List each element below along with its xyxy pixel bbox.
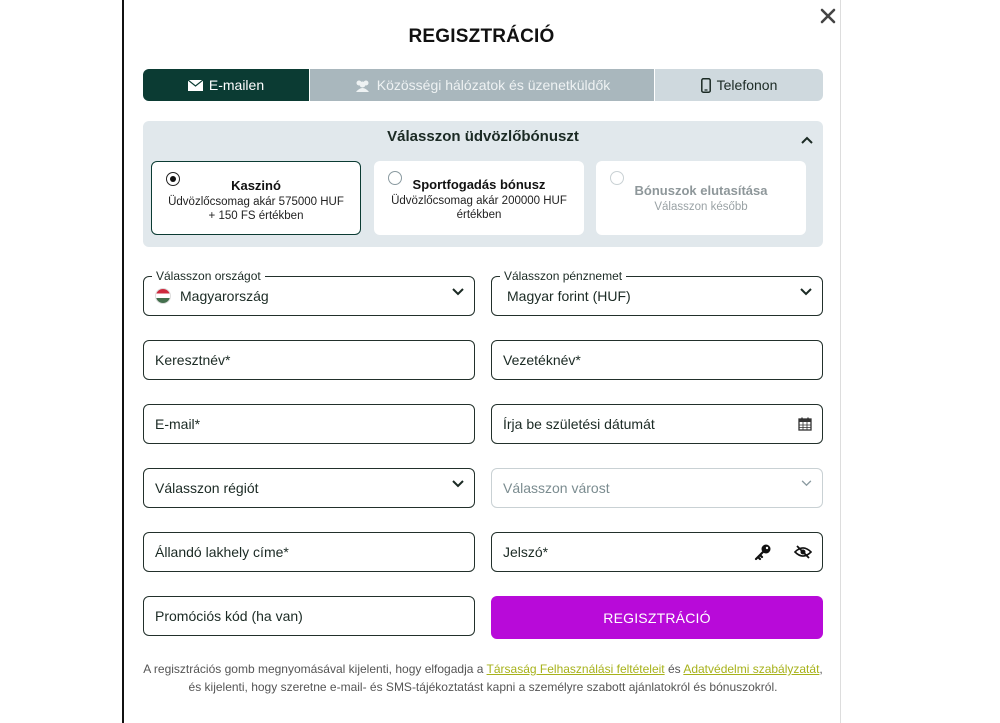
bonus-card-decline[interactable]: Bónuszok elutasítása Válasszon később xyxy=(596,161,806,235)
tab-email-label: E-mailen xyxy=(208,77,265,93)
legal-text: A regisztrációs gomb megnyomásával kijel… xyxy=(143,660,823,696)
password-field[interactable]: Jelszó* xyxy=(491,532,823,572)
first-name-field[interactable]: Keresztnév* xyxy=(143,340,475,380)
tab-phone-label: Telefonon xyxy=(716,77,778,93)
bonus-selector: Válasszon üdvözlőbónuszt Kaszinó Üdvözlő… xyxy=(143,121,823,247)
bonus-card-casino[interactable]: Kaszinó Üdvözlőcsomag akár 575000 HUF + … xyxy=(151,161,361,235)
tab-email[interactable]: E-mailen xyxy=(143,69,309,101)
currency-value: Magyar forint (HUF) xyxy=(507,288,631,304)
phone-icon xyxy=(700,77,711,93)
close-button[interactable] xyxy=(816,4,840,28)
legal-part1: A regisztrációs gomb megnyomásával kijel… xyxy=(143,662,487,676)
country-select[interactable]: Válasszon országot Magyarország xyxy=(143,269,475,316)
radio-sports[interactable] xyxy=(388,171,402,185)
users-icon xyxy=(355,80,369,92)
register-button[interactable]: REGISZTRÁCIÓ xyxy=(491,596,823,639)
address-field[interactable]: Állandó lakhely címe* xyxy=(143,532,475,572)
bonus-card-desc: Üdvözlőcsomag akár 200000 HUF értékben xyxy=(391,195,567,221)
first-name-placeholder: Keresztnév* xyxy=(155,352,231,368)
country-legend: Válasszon országot xyxy=(152,269,265,283)
chevron-up-icon xyxy=(801,136,813,144)
key-icon[interactable] xyxy=(754,543,772,561)
chevron-down-icon xyxy=(801,480,812,487)
envelope-icon xyxy=(187,79,203,91)
email-field[interactable]: E-mail* xyxy=(143,404,475,444)
tab-social[interactable]: Közösségi hálózatok és üzenetküldők xyxy=(309,69,655,101)
bonus-title: Válasszon üdvözlőbónuszt xyxy=(387,128,579,145)
currency-legend: Válasszon pénznemet xyxy=(500,269,627,283)
radio-decline[interactable] xyxy=(610,171,624,185)
eye-off-icon[interactable] xyxy=(794,544,812,560)
country-value: Magyarország xyxy=(180,288,269,304)
last-name-field[interactable]: Vezetéknév* xyxy=(491,340,823,380)
terms-link[interactable]: Társaság Felhasználási feltételeit xyxy=(487,662,665,676)
currency-select[interactable]: Válasszon pénznemet Magyar forint (HUF) xyxy=(491,269,823,316)
hungary-flag-icon xyxy=(155,288,171,304)
promo-code-field[interactable]: Promóciós kód (ha van) xyxy=(143,596,475,636)
chevron-down-icon xyxy=(452,480,464,488)
privacy-link[interactable]: Adatvédelmi szabályzatát xyxy=(683,662,819,676)
modal-title: REGISZTRÁCIÓ xyxy=(408,26,555,47)
last-name-placeholder: Vezetéknév* xyxy=(503,352,581,368)
registration-method-tabs: E-mailen Közösségi hálózatok és üzenetkü… xyxy=(143,69,823,101)
calendar-icon[interactable] xyxy=(798,417,812,431)
chevron-down-icon xyxy=(800,288,812,296)
close-icon xyxy=(820,8,836,24)
radio-casino[interactable] xyxy=(166,172,180,186)
tab-phone[interactable]: Telefonon xyxy=(655,69,823,101)
bonus-card-name: Bónuszok elutasítása xyxy=(634,183,768,198)
email-placeholder: E-mail* xyxy=(155,416,201,432)
password-placeholder: Jelszó* xyxy=(503,544,549,560)
birthdate-placeholder: Írja be születési dátumát xyxy=(503,416,655,432)
address-placeholder: Állandó lakhely címe* xyxy=(155,544,289,560)
chevron-down-icon xyxy=(452,288,464,296)
birthdate-field[interactable]: Írja be születési dátumát xyxy=(491,404,823,444)
city-select[interactable]: Válasszon várost xyxy=(491,468,823,508)
bonus-card-name: Sportfogadás bónusz xyxy=(412,177,546,192)
region-placeholder: Válasszon régiót xyxy=(155,480,259,496)
bonus-card-sports[interactable]: Sportfogadás bónusz Üdvözlőcsomag akár 2… xyxy=(374,161,584,235)
legal-part2: és xyxy=(664,662,684,676)
bonus-card-desc: Üdvözlőcsomag akár 575000 HUF + 150 FS é… xyxy=(168,196,344,222)
region-select[interactable]: Válasszon régiót xyxy=(143,468,475,508)
promo-placeholder: Promóciós kód (ha van) xyxy=(155,608,303,624)
bonus-card-name: Kaszinó xyxy=(231,178,281,193)
bonus-card-desc: Válasszon később xyxy=(654,201,748,213)
tab-social-label: Közösségi hálózatok és üzenetküldők xyxy=(376,77,611,93)
collapse-button[interactable] xyxy=(801,131,813,149)
city-placeholder: Válasszon várost xyxy=(503,480,610,496)
